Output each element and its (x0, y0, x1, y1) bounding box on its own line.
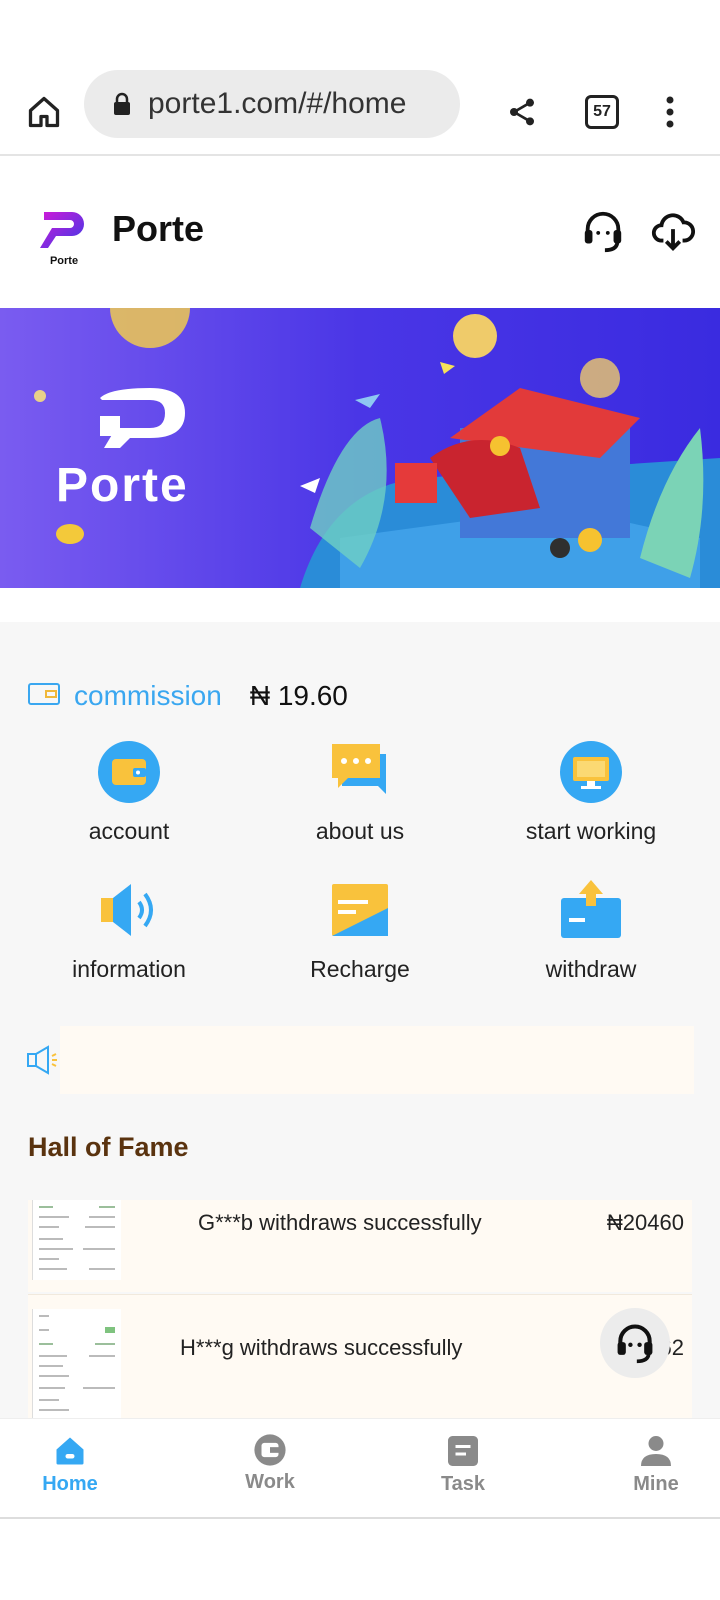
home-icon (56, 1437, 84, 1465)
nav-work[interactable]: Work (210, 1433, 330, 1494)
list-item: H***g withdraws successfully ₦18 .62 (28, 1294, 692, 1419)
work-icon (254, 1434, 286, 1466)
menu-start-working-label: start working (525, 818, 657, 844)
tab-count: 57 (585, 95, 619, 129)
tabs-icon[interactable]: 57 (580, 90, 624, 134)
wallet-icon (97, 740, 161, 804)
headset-icon (617, 1324, 653, 1364)
menu-information-label: information (72, 956, 186, 982)
hof-message: G***b withdraws successfully (198, 1210, 482, 1235)
menu-start-working[interactable]: start working (476, 740, 706, 845)
menu-withdraw[interactable]: withdraw (476, 878, 706, 983)
notice-bar (60, 1026, 694, 1094)
nav-home[interactable]: Home (10, 1433, 130, 1496)
browser-toolbar: porte1.com/#/home 57 (0, 68, 720, 156)
commission-label: commission (74, 680, 222, 711)
menu-about-us-label: about us (315, 818, 405, 844)
more-icon[interactable] (648, 90, 692, 134)
list-item: G***b withdraws successfully ₦20460 (28, 1200, 692, 1292)
menu-about-us[interactable]: about us (245, 740, 475, 845)
hall-of-fame-title: Hall of Fame (28, 1132, 189, 1162)
person-icon (641, 1436, 671, 1466)
download-icon[interactable] (648, 206, 698, 256)
nav-home-label: Home (42, 1473, 98, 1495)
nav-mine[interactable]: Mine (596, 1433, 716, 1496)
hof-message: H***g withdraws successfully (180, 1335, 463, 1360)
url-text: porte1.com/#/home (148, 87, 407, 120)
address-bar[interactable]: porte1.com/#/home (84, 70, 460, 138)
receipt-thumbnail (32, 1200, 121, 1280)
chat-icon (328, 740, 392, 804)
card-icon (328, 878, 392, 942)
page-title: Porte (112, 208, 205, 249)
hof-amount: ₦20460 (606, 1210, 684, 1235)
menu-account-label: account (88, 818, 170, 844)
menu-recharge-label: Recharge (310, 956, 410, 982)
withdraw-icon (559, 878, 623, 942)
receipt-thumbnail (32, 1309, 121, 1419)
app-header: Porte Porte (0, 156, 720, 306)
menu-withdraw-label: withdraw (545, 956, 637, 982)
nav-task-label: Task (440, 1473, 486, 1495)
home-icon[interactable] (22, 90, 66, 134)
support-fab[interactable] (600, 1308, 670, 1378)
commission-row: commission ₦ 19.60 (28, 680, 348, 712)
megaphone-icon (26, 1042, 60, 1078)
menu-account[interactable]: account (14, 740, 244, 845)
promo-banner[interactable]: Porte (0, 308, 720, 588)
app-logo: Porte (38, 208, 90, 268)
task-icon (448, 1436, 478, 1466)
logo-caption: Porte (49, 255, 79, 267)
nav-mine-label: Mine (633, 1473, 679, 1495)
banner-brand-text: Porte (56, 459, 189, 512)
bottom-nav: Home Work Task Mine (0, 1418, 720, 1519)
nav-work-label: Work (245, 1471, 295, 1493)
share-icon[interactable] (500, 90, 544, 134)
monitor-icon (559, 740, 623, 804)
status-bar (0, 0, 720, 68)
menu-recharge[interactable]: Recharge (245, 878, 475, 983)
lock-icon (102, 70, 142, 138)
commission-value: ₦ 19.60 (249, 680, 348, 711)
menu-information[interactable]: information (14, 878, 244, 983)
nav-task[interactable]: Task (403, 1433, 523, 1496)
headset-icon[interactable] (578, 206, 628, 256)
speaker-icon (97, 878, 161, 942)
wallet-icon (28, 682, 60, 711)
